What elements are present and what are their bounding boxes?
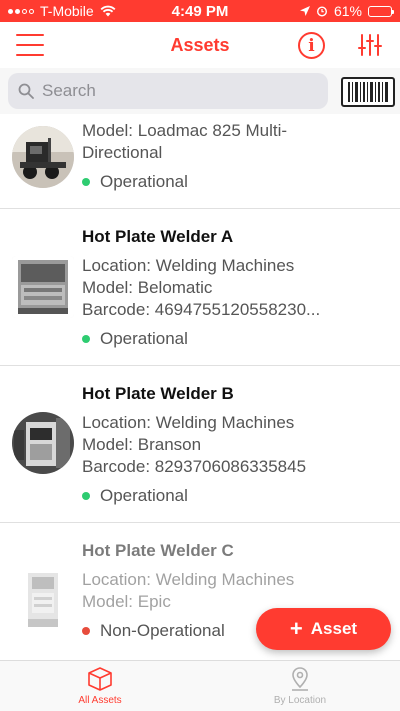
wifi-icon [100, 5, 116, 17]
asset-name: Hot Plate Welder C [82, 541, 234, 560]
info-button[interactable]: i [298, 32, 325, 59]
barcode-scan-button[interactable] [341, 77, 395, 107]
tab-label: All Assets [78, 695, 122, 706]
search-area [0, 68, 400, 114]
location-pin-icon [292, 667, 308, 691]
status-time: 4:49 PM [171, 2, 229, 20]
asset-thumbnail [12, 256, 74, 318]
asset-thumbnail [12, 126, 74, 188]
filter-button[interactable] [358, 34, 382, 56]
asset-info: Hot Plate Welder B Location: Welding Mac… [82, 384, 388, 506]
asset-model: Model: Belomatic [82, 278, 213, 297]
box-icon [88, 667, 112, 691]
status-left: T-Mobile [8, 3, 148, 19]
status-bar: T-Mobile 4:49 PM 61% [0, 0, 400, 22]
page-title: Assets [170, 34, 230, 55]
status-dot [82, 178, 90, 186]
alarm-icon [316, 6, 327, 17]
menu-icon-bar [16, 34, 44, 36]
asset-info: Model: Loadmac 825 Multi- Directional Op… [82, 120, 388, 192]
asset-name: Hot Plate Welder A [82, 227, 234, 246]
signal-icon [8, 8, 34, 14]
add-asset-button[interactable]: + Asset [256, 608, 391, 650]
asset-barcode: Barcode: 4694755120558230... [82, 300, 321, 319]
nav-bar: Assets i [0, 22, 400, 68]
forklift-image [12, 126, 74, 188]
asset-barcode: Barcode: 8293706086335845 [82, 457, 307, 476]
status-label: Operational [100, 486, 188, 505]
menu-button[interactable] [16, 34, 44, 56]
asset-location: Location: Welding Machines [82, 570, 295, 589]
asset-model: Model: Branson [82, 435, 202, 454]
asset-model: Model: Loadmac 825 Multi- [82, 121, 288, 140]
status-label: Operational [100, 172, 188, 191]
asset-location: Location: Welding Machines [82, 413, 295, 432]
search-icon [18, 83, 34, 99]
asset-status: Operational [82, 486, 388, 506]
plus-icon: + [289, 616, 303, 641]
asset-thumbnail [12, 569, 74, 631]
asset-status: Operational [82, 329, 388, 349]
info-icon: i [308, 35, 315, 56]
status-label: Operational [100, 329, 188, 348]
battery-percent: 61% [333, 3, 362, 19]
welder-image [12, 256, 74, 318]
welder-image [12, 569, 74, 631]
asset-name: Hot Plate Welder B [82, 384, 234, 403]
tab-label: By Location [273, 695, 327, 706]
status-label: Non-Operational [100, 621, 225, 640]
asset-row[interactable]: Hot Plate Welder B Location: Welding Mac… [0, 366, 400, 523]
barcode-icon [348, 82, 388, 102]
search-input[interactable] [42, 81, 302, 101]
asset-location: Location: Welding Machines [82, 256, 295, 275]
location-arrow-icon [299, 6, 310, 16]
asset-status: Operational [82, 172, 388, 192]
status-dot [82, 335, 90, 343]
menu-icon-bar [16, 54, 44, 56]
battery-icon [368, 5, 394, 17]
asset-row[interactable]: Model: Loadmac 825 Multi- Directional Op… [0, 114, 400, 209]
carrier-label: T-Mobile [40, 3, 94, 19]
asset-info: Hot Plate Welder A Location: Welding Mac… [82, 227, 388, 349]
asset-list: Model: Loadmac 825 Multi- Directional Op… [0, 114, 400, 660]
tab-by-location[interactable]: By Location [200, 661, 400, 711]
welder-image [12, 412, 74, 474]
tab-bar: All Assets By Location [0, 660, 400, 711]
asset-model-cont: Directional [82, 143, 163, 162]
menu-icon-bar [16, 44, 44, 46]
tab-all-assets[interactable]: All Assets [0, 661, 200, 711]
asset-row[interactable]: Hot Plate Welder A Location: Welding Mac… [0, 209, 400, 366]
search-box[interactable] [8, 73, 328, 109]
status-dot [82, 627, 90, 635]
asset-thumbnail [12, 412, 74, 474]
status-dot [82, 492, 90, 500]
status-right: 61% [252, 3, 394, 19]
add-asset-label: Asset [310, 619, 358, 638]
